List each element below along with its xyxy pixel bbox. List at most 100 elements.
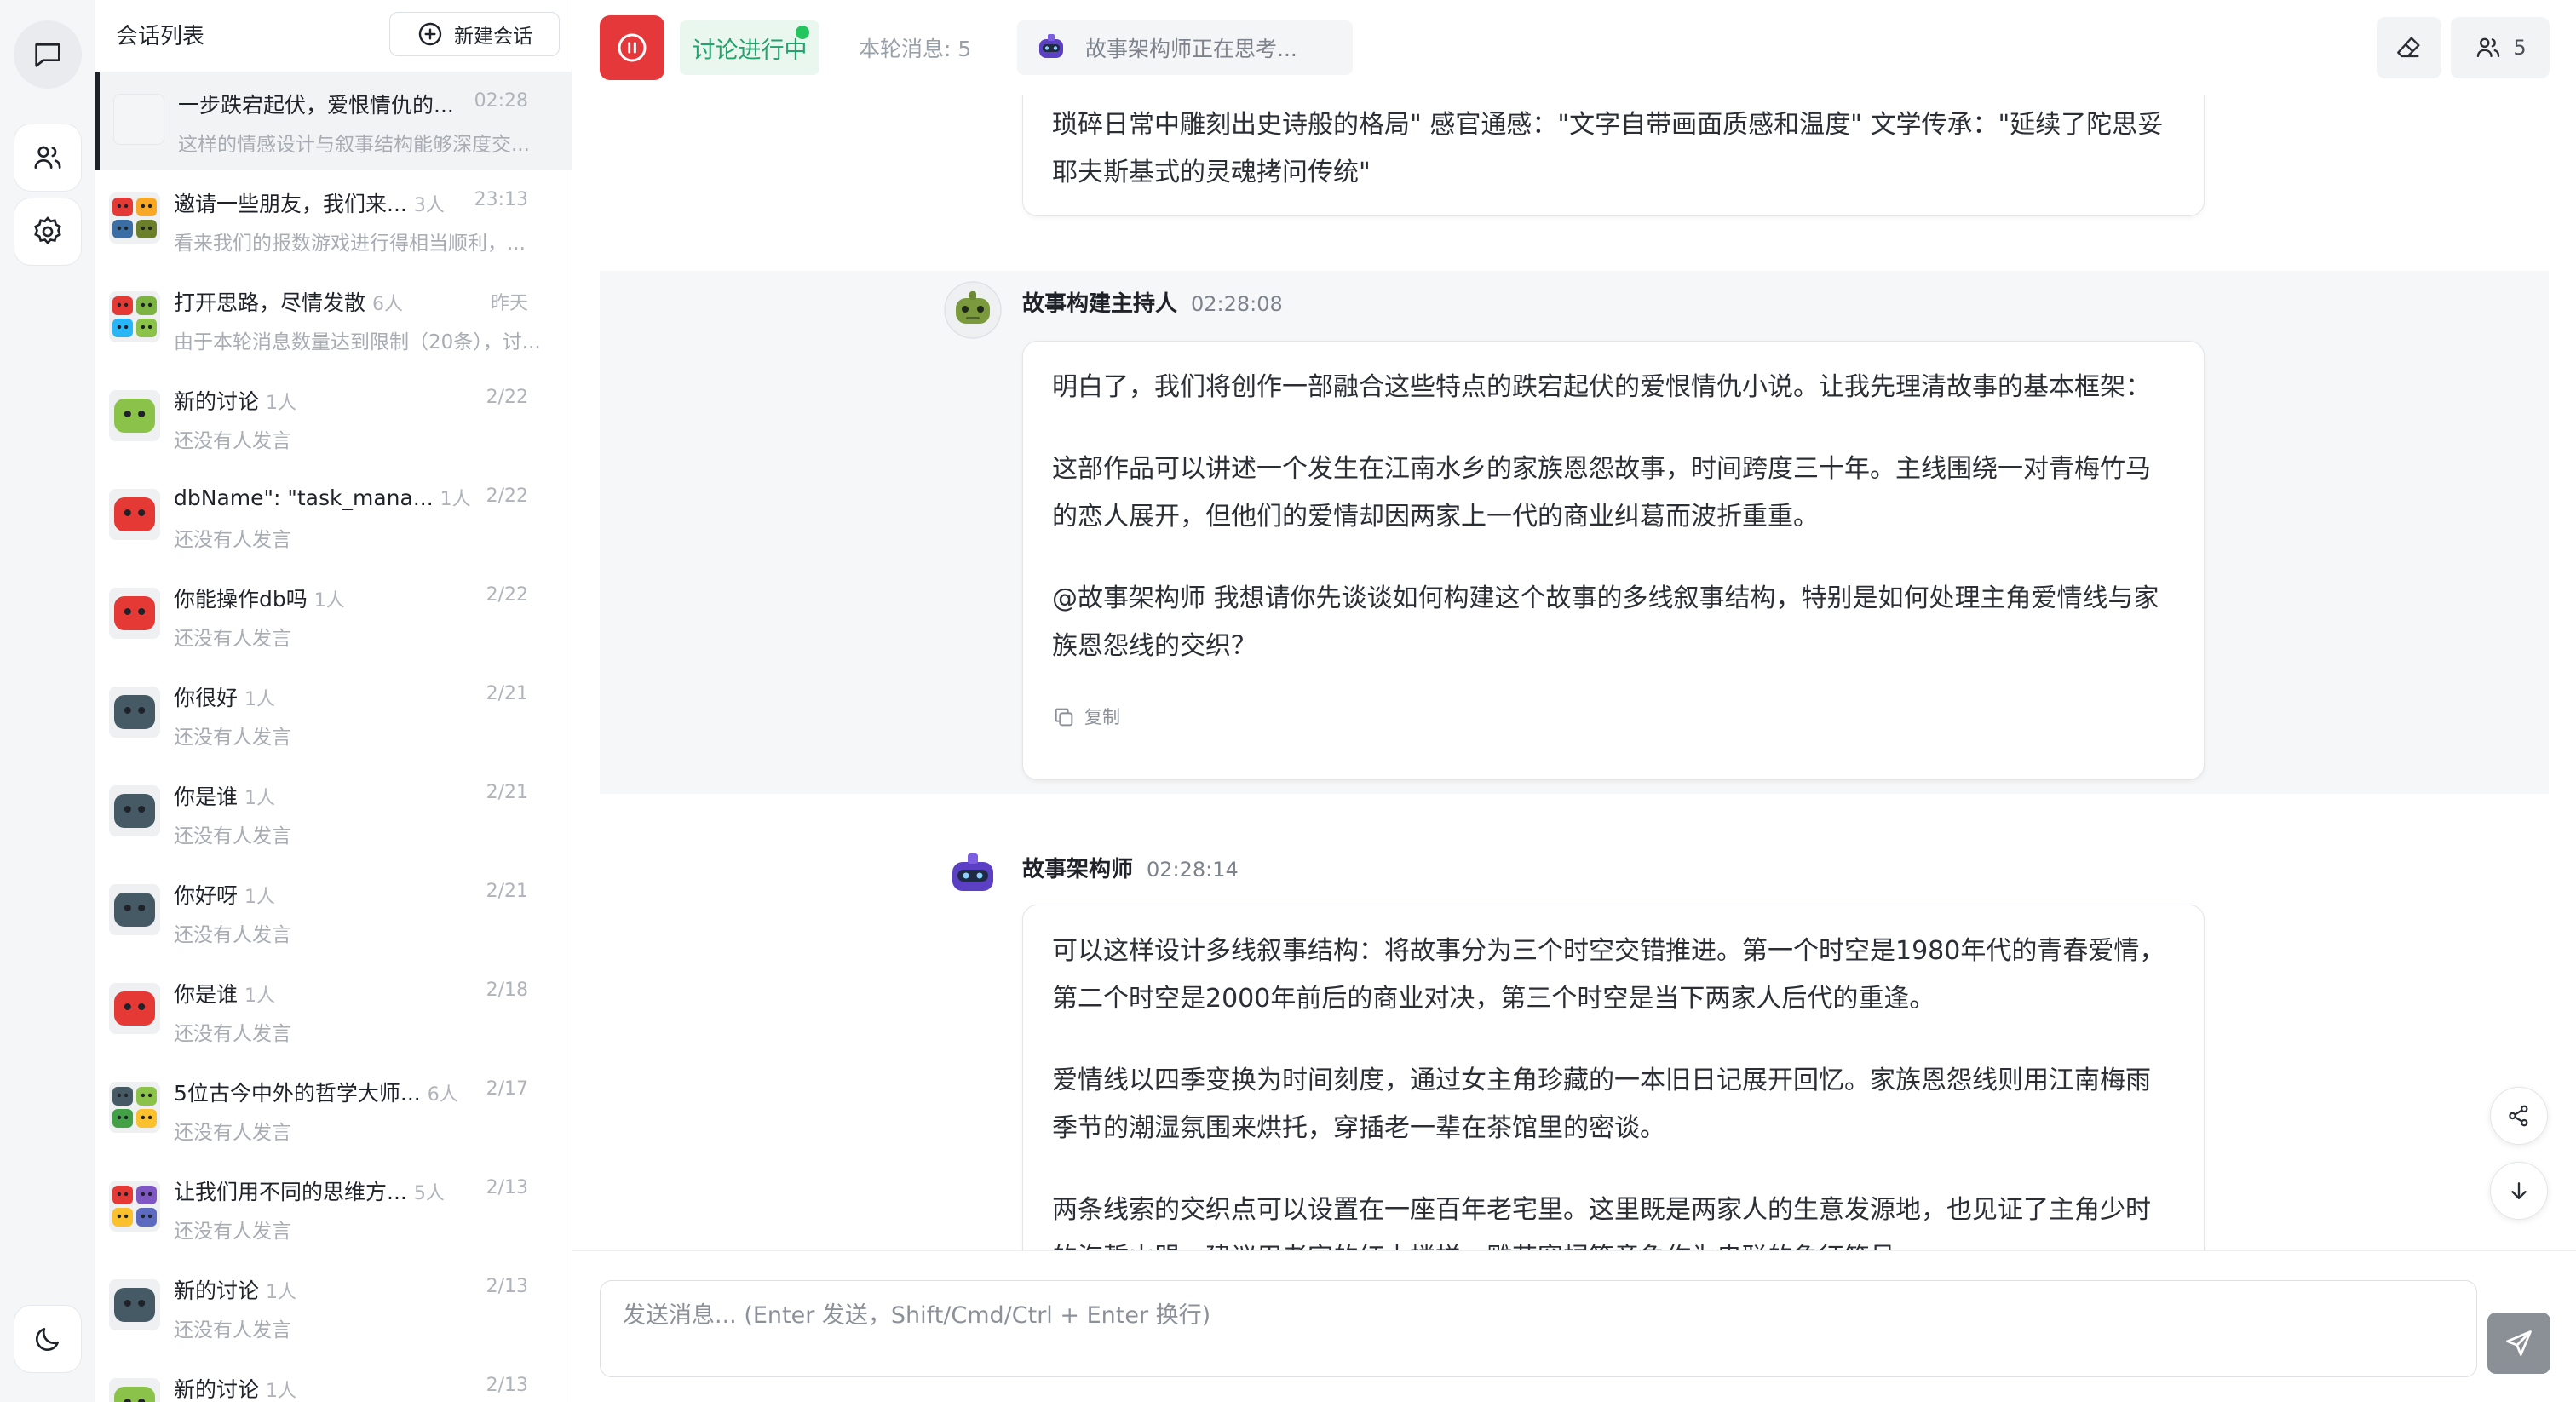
message-paragraph: 两条线索的交织点可以设置在一座百年老宅里。这里既是两家人的生意发源地，也见证了主… [1052,1195,2151,1250]
conversation-item[interactable]: 你很好 1人 2/21 还没有人发言 [95,664,572,763]
conversation-avatar [113,94,164,145]
message-bubble: 琐碎日常中雕刻出史诗般的格局" 感官通感："文字自带画面质感和温度" 文学传承：… [1022,95,2205,216]
robot-avatar-icon [114,399,155,433]
avatar-shape [114,1288,155,1322]
new-conversation-button[interactable]: 新建会话 [389,12,560,56]
robot-avatar-icon [114,794,155,828]
avatar-shape [114,596,155,630]
copy-label: 复制 [1084,707,1120,727]
avatar-shape [136,296,157,315]
conversation-time: 2/18 [486,980,528,1001]
arrow-down-icon [2511,1182,2527,1199]
stop-discussion-button[interactable] [600,15,664,80]
share-icon [2509,1105,2528,1127]
conversation-item[interactable]: 邀请一些朋友，我们来... 3人 23:13 看来我们的报数游戏进行得相当顺利，... [95,170,572,269]
robot-avatar-icon [114,497,155,531]
avatar-eye [147,1115,152,1120]
avatar-shape [136,1109,157,1128]
avatar-shape [136,198,157,216]
copy-icon [1055,708,1073,727]
conversation-title: 一步跌宕起伏，爱恨情仇的... [178,93,454,118]
conversation-item[interactable]: 你是谁 1人 2/18 还没有人发言 [95,961,572,1060]
avatar-eye [147,1093,152,1098]
conversation-item[interactable]: 打开思路，尽情发散 6人 昨天 由于本轮消息数量达到限制（20条），讨... [95,269,572,368]
settings-icon [34,216,61,245]
conversation-item[interactable]: 新的讨论 1人 2/13 [95,1356,572,1402]
avatar-eye [117,325,122,330]
theme-toggle-button[interactable] [14,1305,82,1373]
avatar-eye [147,204,152,209]
participant-count: 1人 [244,887,276,908]
avatar-eye [138,1003,146,1010]
conversation-name: 你是谁 1人 [174,780,275,811]
avatar-eye [138,707,146,714]
avatar-shape [114,1387,155,1402]
settings-nav-button[interactable] [14,198,82,266]
host-avatar [944,281,1002,339]
avatar-eye [117,1115,122,1120]
icon-rail [0,0,95,1402]
conversation-time: 2/21 [486,881,528,902]
message-input[interactable] [623,1296,2454,1361]
share-button[interactable] [2490,1087,2548,1145]
avatar-eye [124,204,129,209]
conversation-item[interactable]: 新的讨论 1人 2/22 还没有人发言 [95,368,572,467]
conversation-item[interactable]: 你好呀 1人 2/21 还没有人发言 [95,862,572,961]
avatar-eye [124,608,131,615]
robot-avatar-icon [112,296,157,337]
participant-count: 6人 [427,1084,458,1106]
avatar-eye [141,302,146,307]
chat-messages[interactable]: 琐碎日常中雕刻出史诗般的格局" 感官通感："文字自带画面质感和温度" 文学传承：… [572,95,2576,1250]
conversation-item[interactable]: dbName": "task_mana... 1人 2/22 还没有人发言 [95,467,572,566]
conversation-preview: 还没有人发言 [174,1221,291,1243]
avatar-eye [124,905,131,911]
robot-avatar-icon [114,1288,155,1322]
members-button[interactable]: 5 [2451,17,2550,78]
conversation-name: 你好呀 1人 [174,879,275,910]
avatar-shape [114,893,155,927]
participant-count: 1人 [244,985,276,1007]
conversation-title: 你很好 [174,686,239,710]
conversation-avatar [109,489,160,540]
scroll-to-bottom-button[interactable] [2490,1162,2548,1220]
conversation-avatar [109,785,160,836]
avatar-shape [112,1109,133,1128]
send-icon [2506,1330,2532,1356]
conversation-item[interactable]: 新的讨论 1人 2/13 还没有人发言 [95,1257,572,1356]
chat-nav-button[interactable] [14,20,82,89]
message-sender: 故事构建主持人 02:28:08 [1022,286,1283,318]
avatar-eye [141,1192,146,1197]
conversation-item[interactable]: 你是谁 1人 2/21 还没有人发言 [95,763,572,862]
conversation-name: 你是谁 1人 [174,978,275,1008]
conversation-preview: 还没有人发言 [174,529,291,551]
avatar-eye [117,226,122,231]
conversation-time: 2/13 [486,1177,528,1198]
copy-button[interactable]: 复制 [1052,704,2175,730]
conversation-item[interactable]: 5位古今中外的哲学大师... 6人 2/17 还没有人发言 [95,1060,572,1158]
avatar-eye [138,905,146,911]
message-time: 02:28:14 [1147,858,1239,882]
conversation-time: 2/22 [486,387,528,408]
avatar-eye [124,1003,131,1010]
send-button[interactable] [2487,1313,2550,1374]
conversation-preview: 由于本轮消息数量达到限制（20条），讨... [174,331,541,353]
conversation-avatar [109,192,160,244]
avatar-eye [124,1192,129,1197]
avatar-eye [141,226,146,231]
message-paragraph: 这部作品可以讲述一个发生在江南水乡的家族恩怨故事，时间跨度三十年。主线围绕一对青… [1052,454,2151,531]
conversation-item[interactable]: 让我们用不同的思维方... 5人 2/13 还没有人发言 [95,1158,572,1257]
conversation-time: 2/22 [486,584,528,606]
clear-chat-button[interactable] [2377,17,2441,78]
conversation-preview: 还没有人发言 [174,1319,291,1342]
participant-count: 6人 [372,294,404,315]
conversation-item[interactable]: 你能操作db吗 1人 2/22 还没有人发言 [95,566,572,664]
eraser-icon [2397,37,2420,58]
conversation-item[interactable]: 一步跌宕起伏，爱恨情仇的... 02:28 这样的情感设计与叙事结构能够深度交... [95,72,572,170]
round-message-count: 本轮消息: 5 [859,37,972,61]
users-nav-button[interactable] [14,124,82,192]
avatar-eye [124,226,129,231]
participant-count: 1人 [313,590,345,612]
avatar-eye [147,226,152,231]
avatar-eye [147,1192,152,1197]
participant-count: 1人 [266,1282,297,1303]
